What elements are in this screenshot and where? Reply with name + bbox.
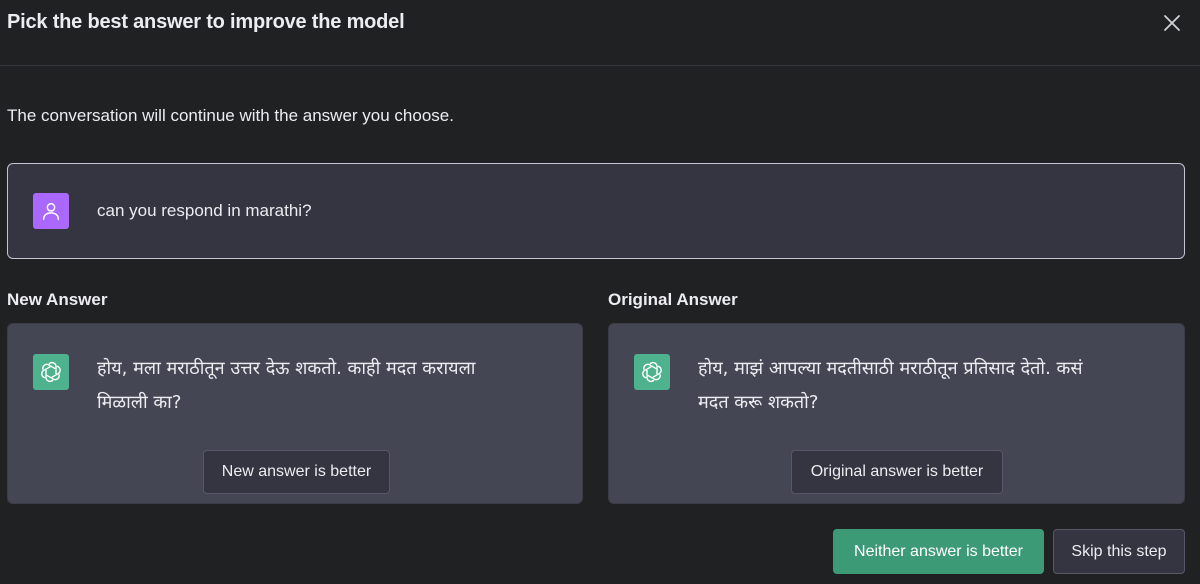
user-avatar [33,193,69,229]
assistant-avatar [33,354,69,390]
new-answer-label: New Answer [7,290,108,309]
openai-logo-icon [642,361,662,383]
skip-step-button[interactable]: Skip this step [1053,529,1185,574]
original-answer-text: होय, माझं आपल्या मदतीसाठी मराठीतून प्रति… [698,358,1083,413]
new-answer-card: होय, मला मराठीतून उत्तर देऊ शकतो. काही म… [7,323,583,504]
dialog-subtitle: The conversation will continue with the … [7,106,454,125]
original-answer-better-button[interactable]: Original answer is better [791,450,1003,494]
user-icon [42,202,60,220]
close-icon [1164,15,1180,31]
new-answer-better-button[interactable]: New answer is better [203,450,390,494]
dialog-header: Pick the best answer to improve the mode… [0,0,1200,66]
assistant-avatar [634,354,670,390]
openai-logo-icon [41,361,61,383]
original-answer-label: Original Answer [608,290,738,309]
neither-answer-better-button[interactable]: Neither answer is better [833,529,1044,574]
dialog-title: Pick the best answer to improve the mode… [7,11,405,33]
original-answer-card: होय, माझं आपल्या मदतीसाठी मराठीतून प्रति… [608,323,1185,504]
prompt-card: can you respond in marathi? [7,163,1185,259]
new-answer-text: होय, मला मराठीतून उत्तर देऊ शकतो. काही म… [97,358,476,413]
prompt-text: can you respond in marathi? [97,201,312,220]
close-button[interactable] [1160,11,1184,35]
